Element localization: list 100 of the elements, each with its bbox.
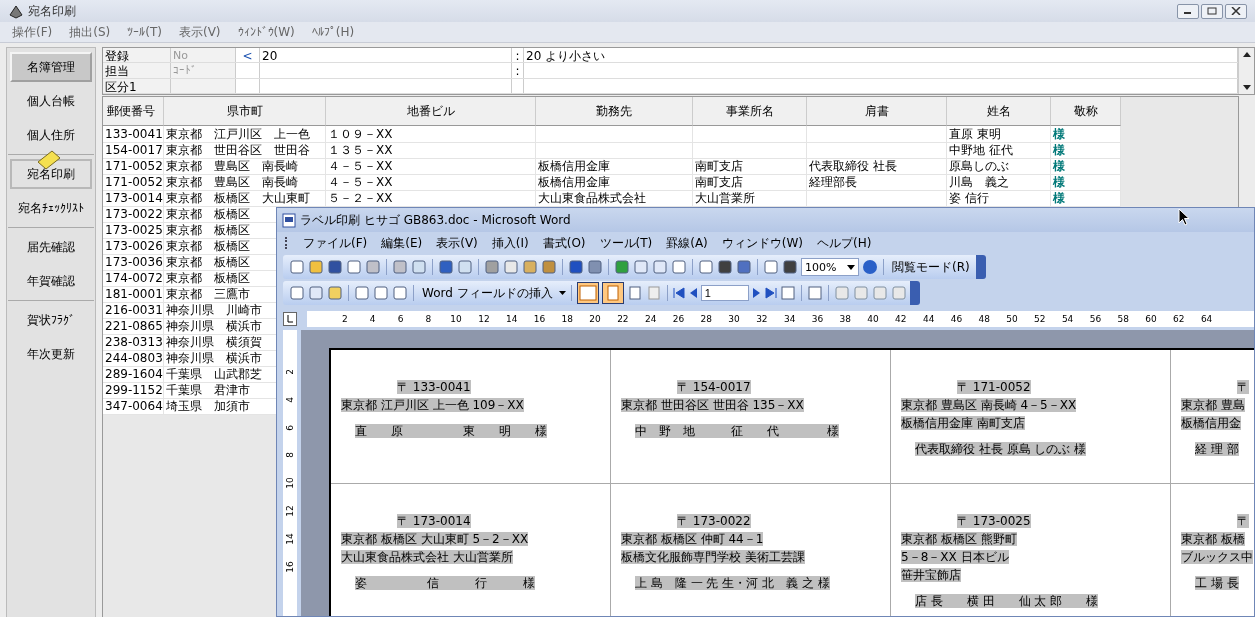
tab-selector-icon[interactable] xyxy=(283,312,297,326)
record-field[interactable]: 1 xyxy=(700,285,749,301)
recipient-name: 代表取締役 社長 原島 しのぶ 様 xyxy=(915,442,1087,456)
ruler-number: 38 xyxy=(838,314,852,324)
sidebar-button[interactable]: 届先確認 xyxy=(10,232,92,262)
ruler-number: 8 xyxy=(284,451,296,461)
menu-item[interactable]: ツール(T) xyxy=(599,234,653,252)
merge-field-icon[interactable] xyxy=(576,282,599,304)
sidebar-button[interactable]: 個人住所 xyxy=(10,120,92,150)
menu-item[interactable]: 挿入(I) xyxy=(491,234,529,252)
recipient-name: 中 野 地 征 代 様 xyxy=(635,424,839,438)
toolbar-grip[interactable] xyxy=(285,237,289,249)
ruler-number: 6 xyxy=(396,314,405,324)
window-title: 宛名印刷 xyxy=(28,2,76,20)
ruler-number: 2 xyxy=(341,314,349,324)
ruler-number: 24 xyxy=(643,314,658,324)
ruler-number: 52 xyxy=(1033,314,1047,324)
filter-code-field[interactable]: No xyxy=(171,48,236,63)
menu-item[interactable]: ﾍﾙﾌﾟ(H) xyxy=(311,25,355,39)
menu-item[interactable]: 書式(O) xyxy=(542,234,586,252)
menu-item[interactable]: ﾂｰﾙ(T) xyxy=(127,25,162,39)
sidebar-button[interactable]: 宛名ﾁｪｯｸﾘｽﾄ xyxy=(10,193,92,223)
ruler-number: 50 xyxy=(1005,314,1019,324)
filter-value-field[interactable]: 20 xyxy=(260,48,512,63)
toolbar-options-button[interactable] xyxy=(975,255,986,279)
menu-item[interactable]: 編集(E) xyxy=(381,234,423,252)
ruler-number: 28 xyxy=(699,314,713,324)
menu-item[interactable]: 表示(V) xyxy=(436,234,478,252)
postal-code: 〒 173-0025 xyxy=(957,514,1031,528)
ruler-number: 36 xyxy=(810,314,825,324)
app-icon xyxy=(8,3,24,19)
zoom-value: 100% xyxy=(805,260,837,274)
ruler-number: 30 xyxy=(727,314,741,324)
ruler-number: 26 xyxy=(671,314,686,324)
postal-code: 〒 154-0017 xyxy=(677,380,751,394)
recipient-name: 店 長 横 田 仙 太 郎 様 xyxy=(915,594,1099,608)
sidebar-button[interactable]: 名簿管理 xyxy=(10,52,92,82)
ruler-number: 64 xyxy=(1199,314,1214,324)
maximize-icon xyxy=(1207,7,1217,15)
recipient-name: 上 島 隆 一 先 生・河 北 義 之 様 xyxy=(635,576,830,590)
menu-item[interactable]: ヘルプ(H) xyxy=(817,234,872,252)
postal-code: 〒 173-0014 xyxy=(397,514,471,528)
menu-item[interactable]: 抽出(S) xyxy=(69,23,111,41)
scroll-down-icon[interactable] xyxy=(1241,84,1252,92)
insert-field-dropdown[interactable]: Word フィールドの挿入 xyxy=(419,284,556,302)
ruler-number: 14 xyxy=(504,314,519,324)
sidebar-button[interactable]: 賀状ﾌﾗｸﾞ xyxy=(10,305,92,335)
scrollbar[interactable] xyxy=(1238,48,1254,94)
ruler-number: 12 xyxy=(284,504,296,518)
menu-item[interactable]: 罫線(A) xyxy=(666,234,708,252)
ruler-number: 54 xyxy=(1060,314,1075,324)
ruler-number: 10 xyxy=(449,314,463,324)
toolbar-options-button[interactable] xyxy=(909,281,920,305)
sidebar-button[interactable]: 年次更新 xyxy=(10,339,92,369)
sidebar-button[interactable]: 個人台帳 xyxy=(10,86,92,116)
ruler-number: 42 xyxy=(894,314,908,324)
ruler-number: 62 xyxy=(1172,314,1186,324)
help-icon[interactable] xyxy=(862,259,878,275)
recipient-name: 経 理 部 xyxy=(1195,442,1239,456)
filter-description: 20 より小さい xyxy=(524,48,1238,63)
ruler-number: 12 xyxy=(477,314,491,324)
filter-code-field[interactable]: ｺｰﾄﾞ xyxy=(171,63,236,78)
ruler-number: 18 xyxy=(560,314,574,324)
ruler-number: 6 xyxy=(284,423,296,433)
ruler-number: 22 xyxy=(616,314,630,324)
postal-code: 〒 xyxy=(1237,514,1249,528)
ruler-number: 48 xyxy=(977,314,991,324)
ruler-number: 20 xyxy=(588,314,602,324)
ruler-number: 4 xyxy=(368,314,377,324)
filter-field-label: 登録 xyxy=(103,48,171,63)
zoom-dropdown[interactable]: 100% xyxy=(801,258,859,276)
next-record-icon[interactable] xyxy=(751,287,762,299)
ruler-number: 40 xyxy=(866,314,880,324)
ruler-number: 34 xyxy=(782,314,797,324)
postal-code: 〒 133-0041 xyxy=(397,380,471,394)
scroll-up-icon[interactable] xyxy=(1241,50,1252,58)
recipient-name: 工 場 長 xyxy=(1195,576,1239,590)
reading-mode-button[interactable]: 閲覧モード(R) xyxy=(889,258,973,276)
menu-item[interactable]: 操作(F) xyxy=(12,23,53,41)
table-cell: 347-0064 xyxy=(103,398,164,415)
ruler-number: 14 xyxy=(284,531,296,546)
caret-icon[interactable] xyxy=(558,291,566,295)
cursor-icon xyxy=(1178,208,1190,226)
ruler-number: 46 xyxy=(949,314,964,324)
last-record-icon[interactable] xyxy=(764,287,777,299)
first-record-icon[interactable] xyxy=(672,287,685,299)
menu-item[interactable]: ｳｨﾝﾄﾞｳ(W) xyxy=(237,25,295,39)
menu-item[interactable]: ウィンドウ(W) xyxy=(721,234,804,252)
menu-item[interactable]: 表示(V) xyxy=(178,23,221,41)
recipient-name: 直 原 東 明 様 xyxy=(355,424,547,438)
filter-field-label: 担当 xyxy=(103,63,171,78)
recipient-name: 姿 信 行 様 xyxy=(355,576,535,590)
sidebar-button[interactable]: 年賀確認 xyxy=(10,266,92,296)
close-icon xyxy=(1231,7,1241,15)
close-button[interactable] xyxy=(1225,3,1247,19)
postal-code: 〒 171-0052 xyxy=(957,380,1031,394)
ruler-number: 56 xyxy=(1088,314,1103,324)
ruler-number: 10 xyxy=(284,476,296,491)
ruler-number: 16 xyxy=(532,314,547,324)
minimize-button[interactable] xyxy=(1177,3,1199,19)
